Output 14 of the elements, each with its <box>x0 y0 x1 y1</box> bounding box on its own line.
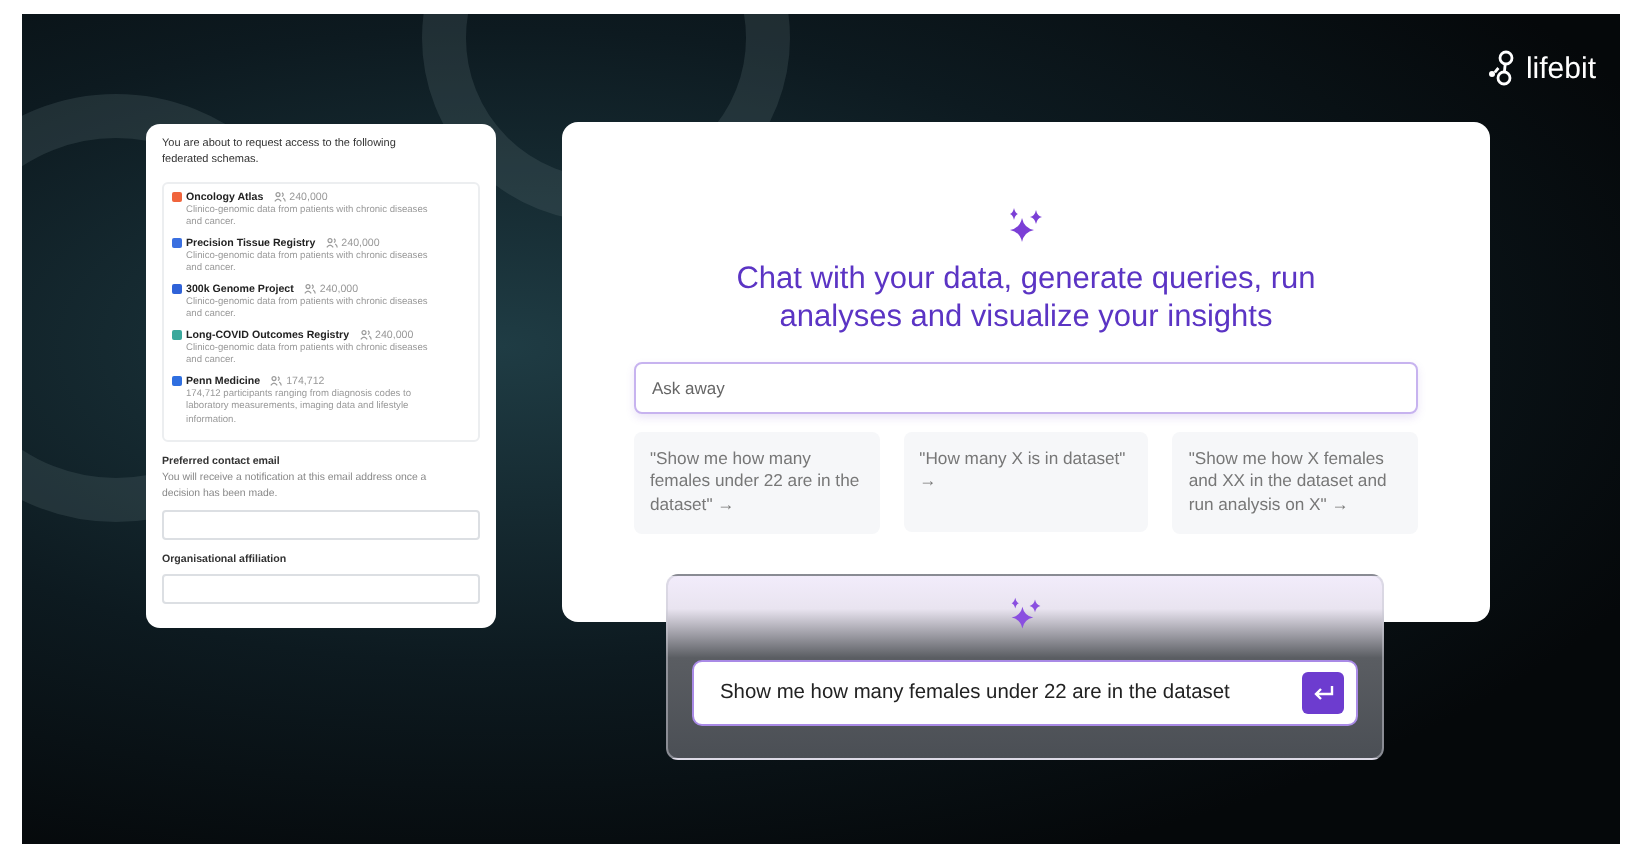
arrow-icon: → <box>1331 494 1349 514</box>
suggestion-text: "Show me how X females and XX in the dataset and run analysis on X" → <box>1188 447 1387 514</box>
arrow-icon: → <box>919 470 937 491</box>
brand-name: lifebit <box>1525 51 1596 85</box>
suggestion-card[interactable]: "How many X is in dataset" → <box>903 431 1149 532</box>
chat-heading: Chat with your data, generate queries, run analyses and visualize your insights <box>734 262 1318 338</box>
suggestion-card[interactable]: "Show me how X females and XX in the dataset and run analysis on X" → <box>1172 431 1419 534</box>
suggestion-text: "Show me how many females under 22 are in the dataset" → <box>650 447 860 514</box>
arrow-icon: → <box>717 494 735 514</box>
suggestion-card[interactable]: "Show me how many females under 22 are in the dataset" → <box>634 431 880 534</box>
ask-input[interactable]: Ask away <box>634 361 1418 414</box>
prompt-text: Show me how many females under 22 are in the dataset <box>720 682 1230 704</box>
suggestion-text: "How many X is in dataset" → <box>919 447 1126 491</box>
prompt-field[interactable]: Show me how many females under 22 are in the dataset <box>692 660 1358 726</box>
